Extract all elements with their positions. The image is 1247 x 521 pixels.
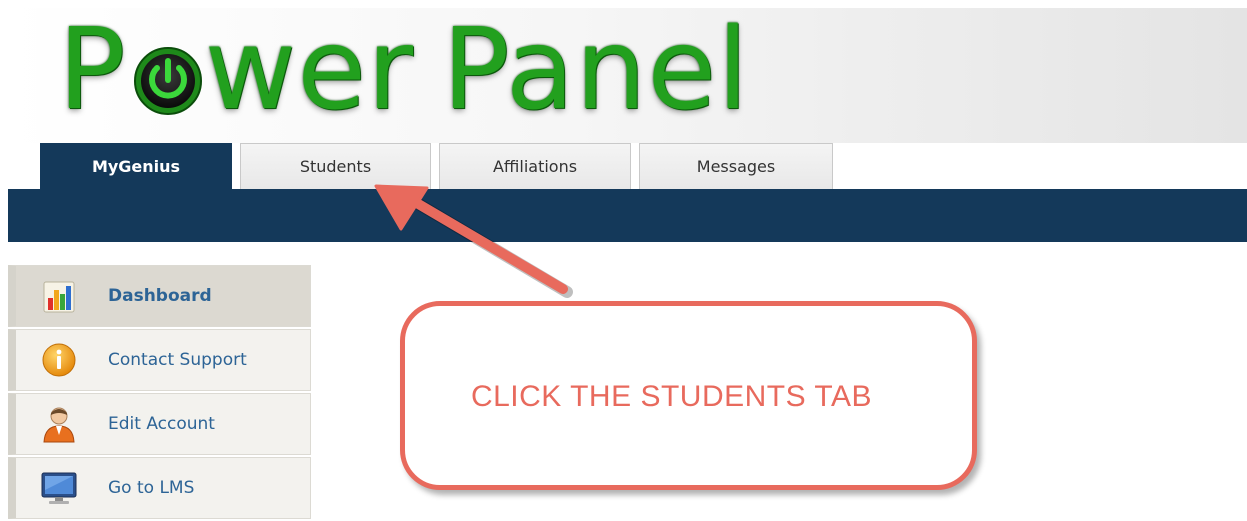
- logo-letter-p: P: [58, 5, 127, 135]
- sidebar-item-label: Go to LMS: [108, 478, 195, 498]
- info-icon: [34, 340, 84, 380]
- tab-students[interactable]: Students: [240, 143, 431, 189]
- tab-students-label: Students: [299, 157, 372, 176]
- monitor-icon: [34, 468, 84, 508]
- tab-affiliations[interactable]: Affiliations: [439, 143, 631, 189]
- sidebar-item-label: Edit Account: [108, 414, 215, 434]
- power-panel-logo: P wer Panel: [58, 10, 749, 130]
- tab-messages[interactable]: Messages: [639, 143, 833, 189]
- instruction-callout: CLICK THE STUDENTS TAB: [400, 301, 977, 490]
- callout-text: CLICK THE STUDENTS TAB: [470, 379, 873, 413]
- sidebar-item-dashboard[interactable]: Dashboard: [8, 265, 311, 327]
- sidebar-menu: Dashboard Contact Support Edit Account G…: [8, 265, 311, 521]
- navigation-bar: [8, 189, 1247, 242]
- power-button-icon: [133, 18, 203, 115]
- sidebar-item-go-to-lms[interactable]: Go to LMS: [8, 457, 311, 519]
- tab-mygenius-label: MyGenius: [91, 157, 181, 176]
- sidebar-item-label: Contact Support: [108, 350, 247, 370]
- sidebar-item-contact-support[interactable]: Contact Support: [8, 329, 311, 391]
- chart-icon: [34, 276, 84, 316]
- sidebar-item-edit-account[interactable]: Edit Account: [8, 393, 311, 455]
- main-tabs: MyGenius Students Affiliations Messages: [40, 143, 841, 189]
- tab-messages-label: Messages: [696, 157, 776, 176]
- tab-affiliations-label: Affiliations: [492, 157, 578, 176]
- logo-letters-wer: wer: [204, 5, 415, 135]
- logo-word-panel: Panel: [442, 5, 750, 135]
- sidebar-item-label: Dashboard: [108, 286, 212, 306]
- user-icon: [34, 404, 84, 444]
- tab-mygenius[interactable]: MyGenius: [40, 143, 232, 189]
